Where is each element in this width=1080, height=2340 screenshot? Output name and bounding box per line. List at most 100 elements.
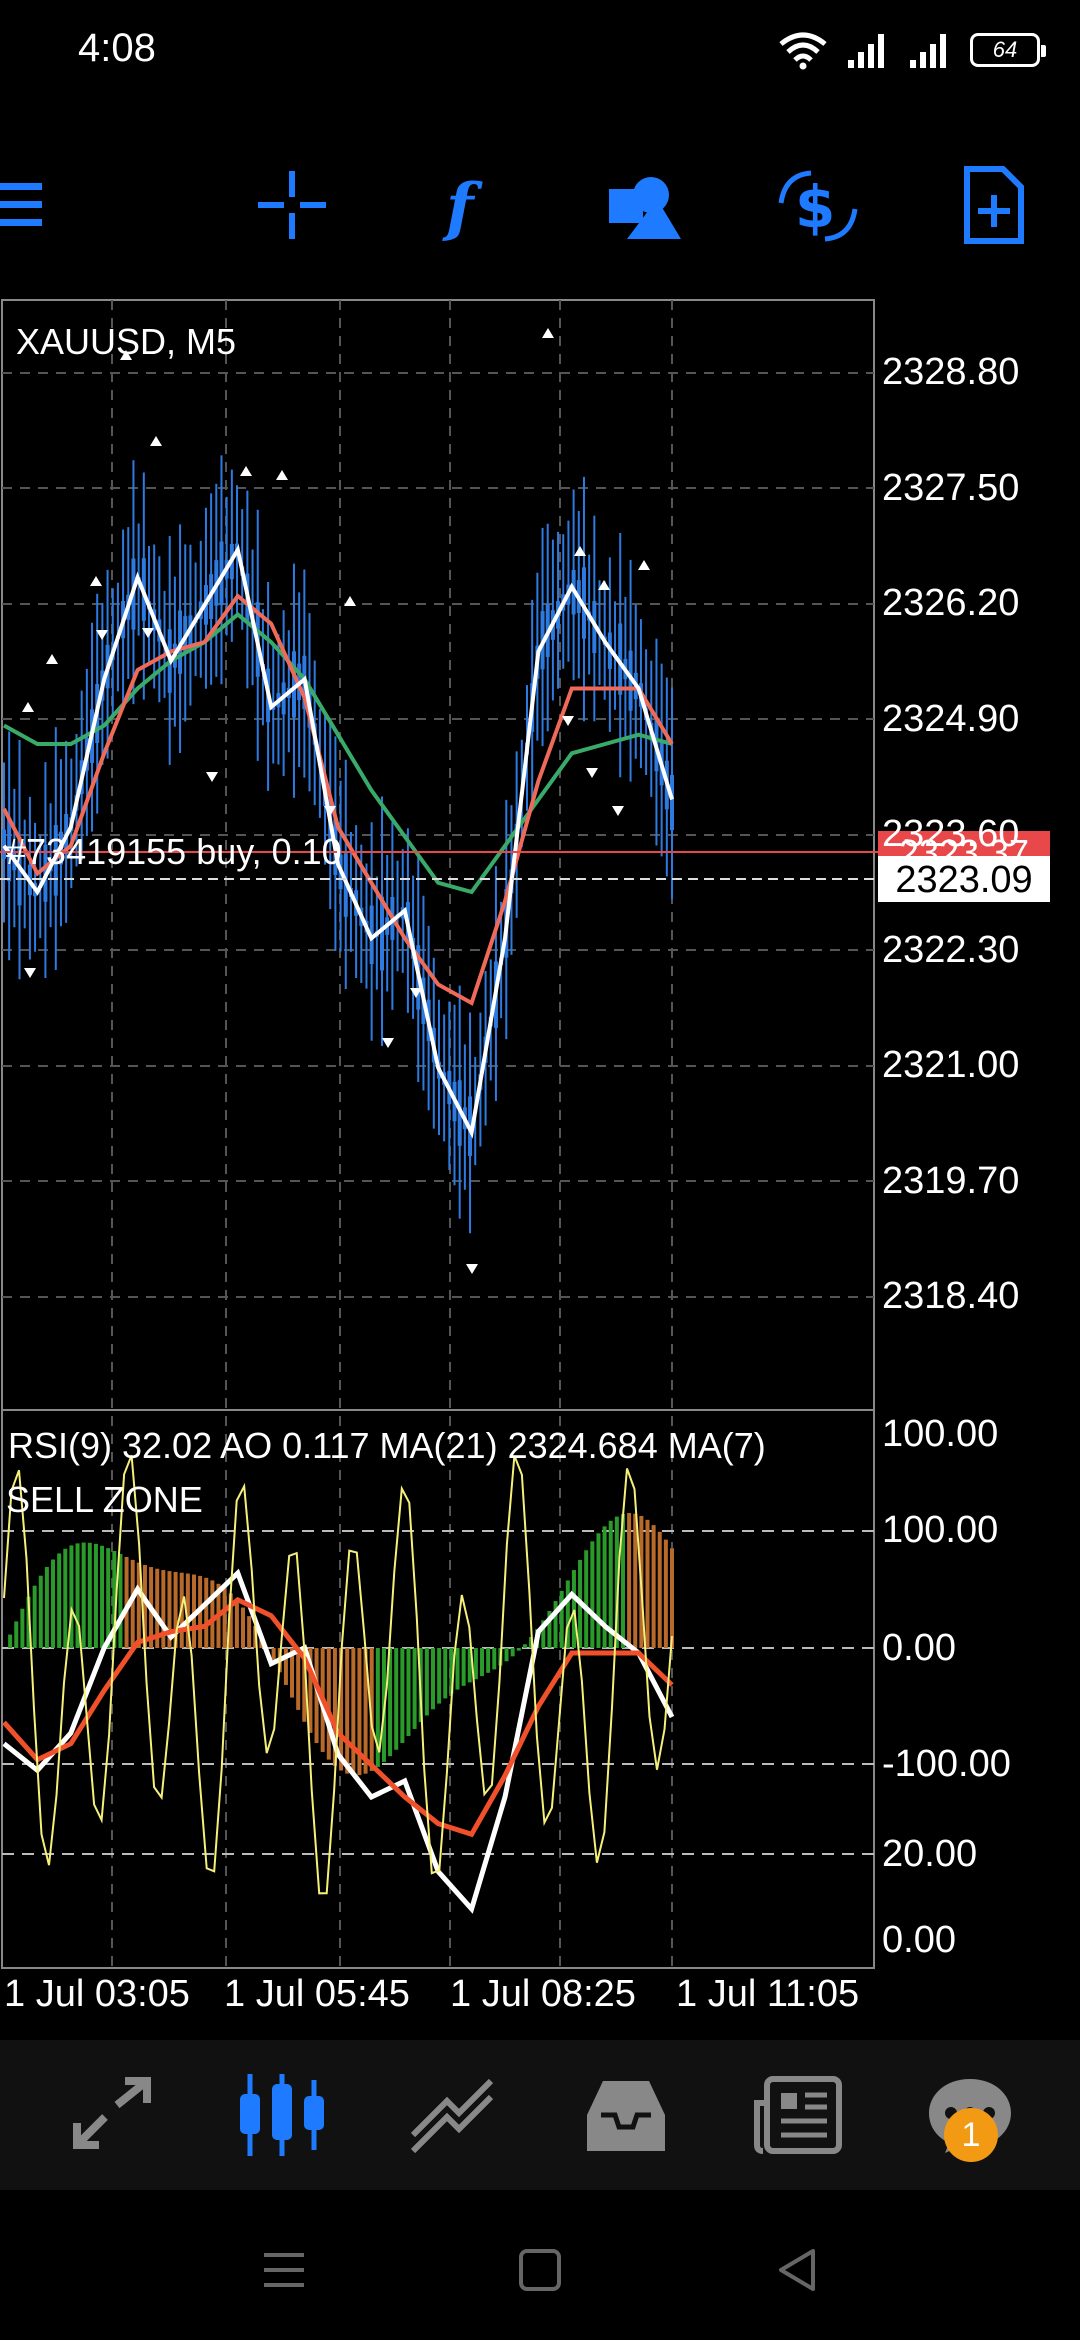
rsi-line [2,1568,675,1914]
ao-bar [222,1588,227,1648]
bottom-nav [0,2040,1080,2190]
fractal-down-marker [206,772,218,782]
fractal-down-marker [562,716,574,726]
candle-body [380,896,385,971]
ao-bar [234,1599,239,1648]
nav-chart-icon[interactable] [232,2065,332,2165]
signal-icon [910,34,946,68]
ao-bar [504,1648,509,1662]
price-level: 2327.50 [882,467,1019,509]
status-bar: 4:08 64 [0,0,1080,110]
ao-bar [461,1648,466,1686]
ao-bar [443,1648,448,1699]
ao-bar [480,1648,485,1677]
ao-bar [210,1580,215,1648]
ao-bar [400,1648,405,1743]
symbol-label: XAUUSD, M5 [16,321,236,362]
objects-icon[interactable] [598,160,688,250]
fractal-down-marker [466,1264,478,1274]
system-nav [0,2190,1080,2340]
recents-icon[interactable] [244,2230,324,2310]
ao-bar [38,1575,43,1648]
ao-bar [430,1648,435,1710]
indicator-level: 0.00 [882,1627,956,1669]
ao-bar [87,1542,92,1648]
fractal-down-marker [612,806,624,816]
ao-bar [8,1634,13,1648]
ao-bar [106,1548,111,1648]
fractal-up-marker [46,654,58,664]
ao-bar [20,1608,25,1648]
cci-line [3,1454,673,1895]
chart-area[interactable]: 2323.37 2323.09 #73419155 buy, 0.10 XAUU… [0,298,1080,2018]
status-time: 4:08 [78,26,156,70]
order-label: #73419155 buy, 0.10 [6,831,342,872]
fractal-up-marker [240,466,252,476]
fractal-down-marker [382,1038,394,1048]
indicator-label: RSI(9) 32.02 AO 0.117 MA(21) 2324.684 MA… [8,1425,766,1466]
ao-bar [271,1648,276,1660]
indicator-level: 100.00 [882,1509,998,1551]
indicators-icon[interactable]: f [423,160,513,250]
ao-bar [571,1570,576,1648]
messages-badge: 1 [944,2108,998,2162]
sell-zone-label: SELL ZONE [6,1479,203,1520]
price-level: 2328.80 [882,351,1019,393]
ao-bar [516,1648,521,1651]
time-label: 1 Jul 03:05 [4,1973,190,2015]
candle-body [670,774,674,831]
ao-bar [510,1648,515,1657]
price-level: 2322.30 [882,929,1019,971]
trade-icon[interactable]: $ [773,160,863,250]
home-icon[interactable] [500,2230,580,2310]
ao-bar [81,1542,86,1648]
ao-bar [522,1644,527,1648]
ao-bar [424,1648,429,1716]
status-icons: 64 [778,30,1046,70]
ao-bar [44,1566,49,1648]
ao-bar [437,1648,442,1704]
chart-toolbar: f $ [0,130,1080,280]
nav-news-icon[interactable] [748,2065,848,2165]
ao-bar [584,1550,589,1648]
fractal-up-marker [150,436,162,446]
crosshair-icon[interactable] [247,160,337,250]
price-level: 2318.40 [882,1275,1019,1317]
ao-bar [455,1648,460,1690]
price-level: 2321.00 [882,1044,1019,1086]
ao-bar [412,1648,417,1729]
ao-bar [651,1525,656,1648]
ao-bar [204,1577,209,1648]
ma-line [2,593,674,1006]
ao-bar [14,1621,19,1648]
nav-trade-icon[interactable] [402,2065,502,2165]
ao-bar [394,1648,399,1750]
ao-bar [32,1585,37,1648]
ao-bar [406,1648,411,1736]
indicator-level: 20.00 [882,1833,977,1875]
price-level: 2319.70 [882,1160,1019,1202]
nav-history-icon[interactable] [576,2065,676,2165]
ao-bar [627,1513,632,1648]
price-level: 2326.20 [882,582,1019,624]
battery-icon: 64 [970,33,1046,67]
price-chart[interactable]: 2323.37 2323.09 #73419155 buy, 0.10 XAUU… [0,298,1080,2018]
ao-bar [670,1548,674,1648]
menu-icon[interactable] [0,160,70,250]
ao-bar [657,1531,662,1648]
ao-bar [63,1548,68,1648]
svg-text:f: f [442,170,483,245]
ao-bar [296,1648,301,1710]
indicator-level: 100.00 [882,1413,998,1455]
fractal-up-marker [638,560,650,570]
signal-icon [848,34,884,68]
new-order-icon[interactable] [948,160,1038,250]
indicator-level: -100.00 [882,1743,1011,1785]
ao-bar [345,1648,350,1774]
svg-text:$: $ [795,173,835,241]
price-level: 2323.60 [882,813,1019,855]
ao-bar [645,1519,650,1648]
nav-quotes-icon[interactable] [62,2065,162,2165]
back-icon[interactable] [758,2230,838,2310]
ao-bar [473,1648,478,1680]
